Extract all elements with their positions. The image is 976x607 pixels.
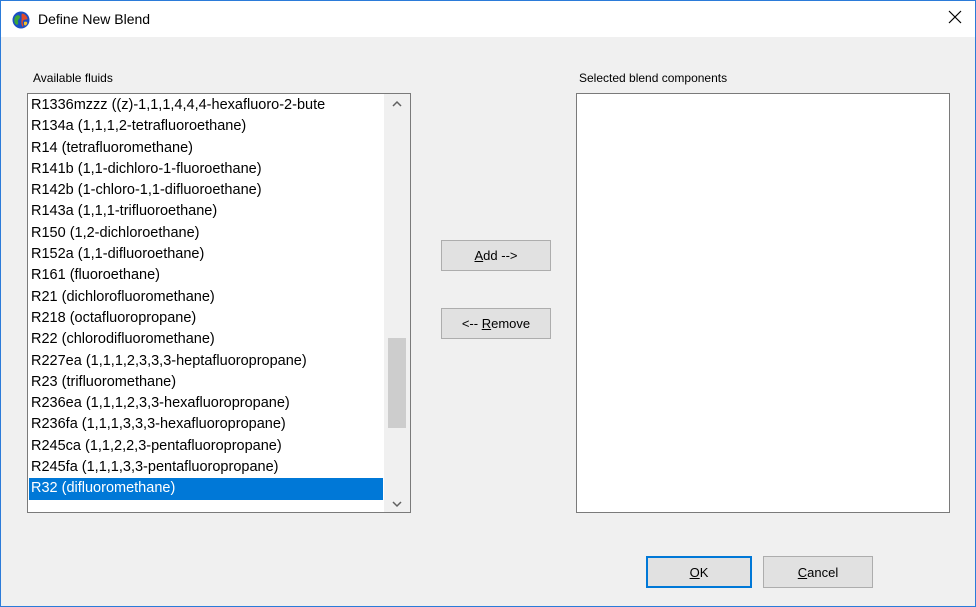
list-item[interactable]: R236ea (1,1,1,2,3,3-hexafluoropropane) [29, 393, 383, 414]
list-item[interactable]: R1336mzzz ((z)-1,1,1,4,4,4-hexafluoro-2-… [29, 95, 383, 116]
dialog-window: Define New Blend Available fluids R1336m… [0, 0, 976, 607]
list-item[interactable]: R141b (1,1-dichloro-1-fluoroethane) [29, 159, 383, 180]
list-item[interactable]: R152a (1,1-difluoroethane) [29, 244, 383, 265]
title-bar[interactable]: Define New Blend [1, 1, 975, 37]
list-item[interactable]: R227ea (1,1,1,2,3,3,3-heptafluoropropane… [29, 351, 383, 372]
scroll-up-button[interactable] [384, 94, 410, 111]
list-item[interactable]: R142b (1-chloro-1,1-difluoroethane) [29, 180, 383, 201]
available-fluids-label: Available fluids [33, 71, 113, 85]
list-item[interactable]: R21 (dichlorofluoromethane) [29, 287, 383, 308]
list-item[interactable]: R150 (1,2-dichloroethane) [29, 223, 383, 244]
list-item[interactable]: R245ca (1,1,2,2,3-pentafluoropropane) [29, 436, 383, 457]
globe-icon [12, 11, 30, 29]
chevron-down-icon [392, 495, 402, 513]
available-fluids-list[interactable]: R1336mzzz ((z)-1,1,1,4,4,4-hexafluoro-2-… [27, 93, 411, 513]
close-button[interactable] [935, 1, 975, 37]
ok-button-label: K [699, 564, 709, 580]
cancel-button[interactable]: Cancel [763, 556, 873, 588]
list-scrollbar[interactable] [384, 94, 410, 512]
window-title: Define New Blend [38, 11, 151, 27]
ok-button[interactable]: OK [646, 556, 752, 588]
list-item[interactable]: R245fa (1,1,1,3,3-pentafluoropropane) [29, 457, 383, 478]
list-item[interactable]: R14 (tetrafluoromethane) [29, 138, 383, 159]
scroll-thumb[interactable] [388, 338, 406, 428]
remove-button[interactable]: <-- Remove [441, 308, 551, 339]
list-item[interactable]: R218 (octafluoropropane) [29, 308, 383, 329]
list-item[interactable]: R236fa (1,1,1,3,3,3-hexafluoropropane) [29, 414, 383, 435]
add-button[interactable]: Add --> [441, 240, 551, 271]
close-icon [948, 10, 962, 29]
list-item[interactable]: R23 (trifluoromethane) [29, 372, 383, 393]
chevron-up-icon [392, 94, 402, 112]
cancel-button-mnemonic: C [797, 564, 808, 580]
ok-button-mnemonic: O [689, 564, 700, 580]
remove-button-prefix: <-- [461, 316, 482, 331]
list-item[interactable]: R22 (chlorodifluoromethane) [29, 329, 383, 350]
scroll-down-button[interactable] [384, 495, 410, 512]
remove-button-label: emove [491, 316, 531, 331]
list-item[interactable]: R161 (fluoroethane) [29, 265, 383, 286]
cancel-button-label: ancel [807, 564, 839, 580]
fluid-list-items: R1336mzzz ((z)-1,1,1,4,4,4-hexafluoro-2-… [29, 95, 383, 500]
add-button-mnemonic: A [474, 248, 484, 263]
list-item[interactable]: R143a (1,1,1-trifluoroethane) [29, 201, 383, 222]
list-item[interactable]: R134a (1,1,1,2-tetrafluoroethane) [29, 116, 383, 137]
selected-components-list[interactable] [576, 93, 950, 513]
add-button-label: dd --> [483, 248, 518, 263]
list-item[interactable]: R32 (difluoromethane) [29, 478, 383, 500]
remove-button-mnemonic: R [481, 316, 492, 331]
selected-components-label: Selected blend components [579, 71, 728, 85]
